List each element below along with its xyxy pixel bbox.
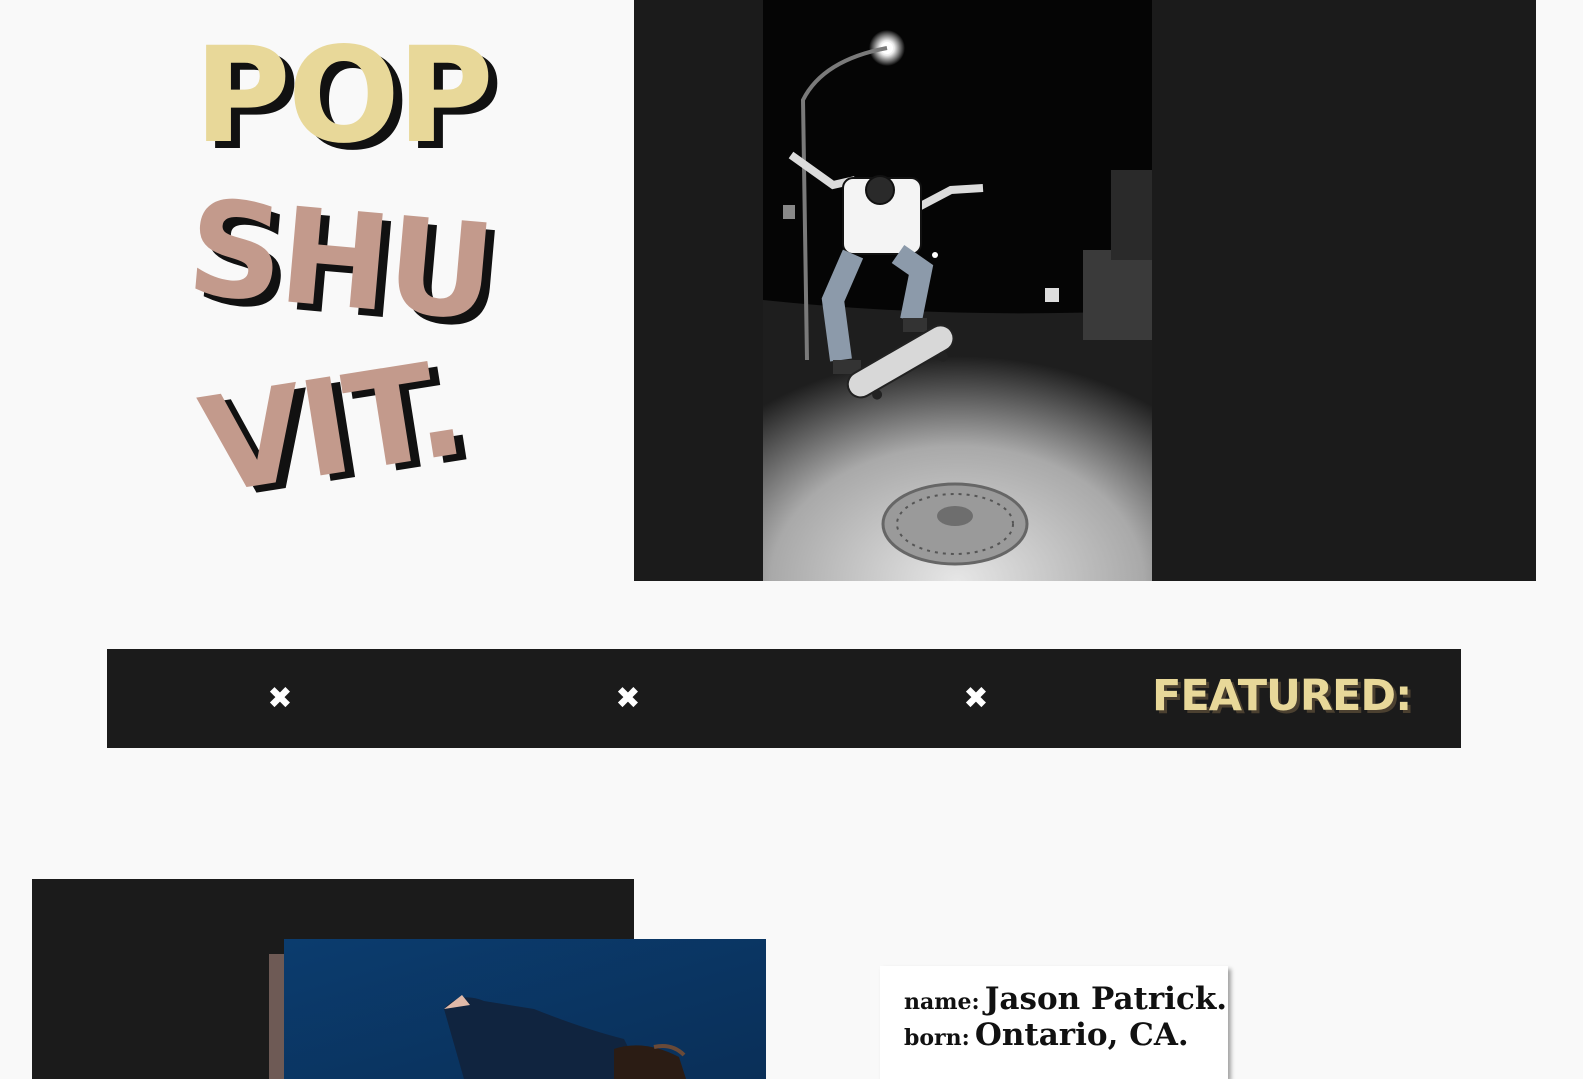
born-value: Ontario, CA. [974,1017,1189,1053]
name-value: Jason Patrick. [984,981,1228,1017]
close-x-icon: ✖ [963,680,989,716]
featured-label: FEATURED: [1152,671,1412,721]
close-x-icon: ✖ [615,680,641,716]
info-row-name: name: Jason Patrick. [904,984,1228,1015]
born-key: born: [904,1025,970,1051]
skateboarder-night-photo [763,0,1152,581]
skater-info-card: name: Jason Patrick. born: Ontario, CA. [880,966,1228,1079]
skater-photo-illustration [284,939,766,1079]
close-x-icon: ✖ [267,680,293,716]
title-word-pop: POP [194,19,494,173]
skateboarder-photo-illustration [763,0,1152,581]
hero-photo-frame [634,0,1536,581]
title-word-vit: VIT. [191,331,472,525]
title-word-shu: SHU [181,171,498,351]
info-row-born: born: Ontario, CA. [904,1020,1228,1051]
featured-ticker: ✖ ✖ ✖ FEATURED: [107,649,1461,748]
skater-blue-sky-photo [284,939,766,1079]
name-key: name: [904,989,980,1015]
